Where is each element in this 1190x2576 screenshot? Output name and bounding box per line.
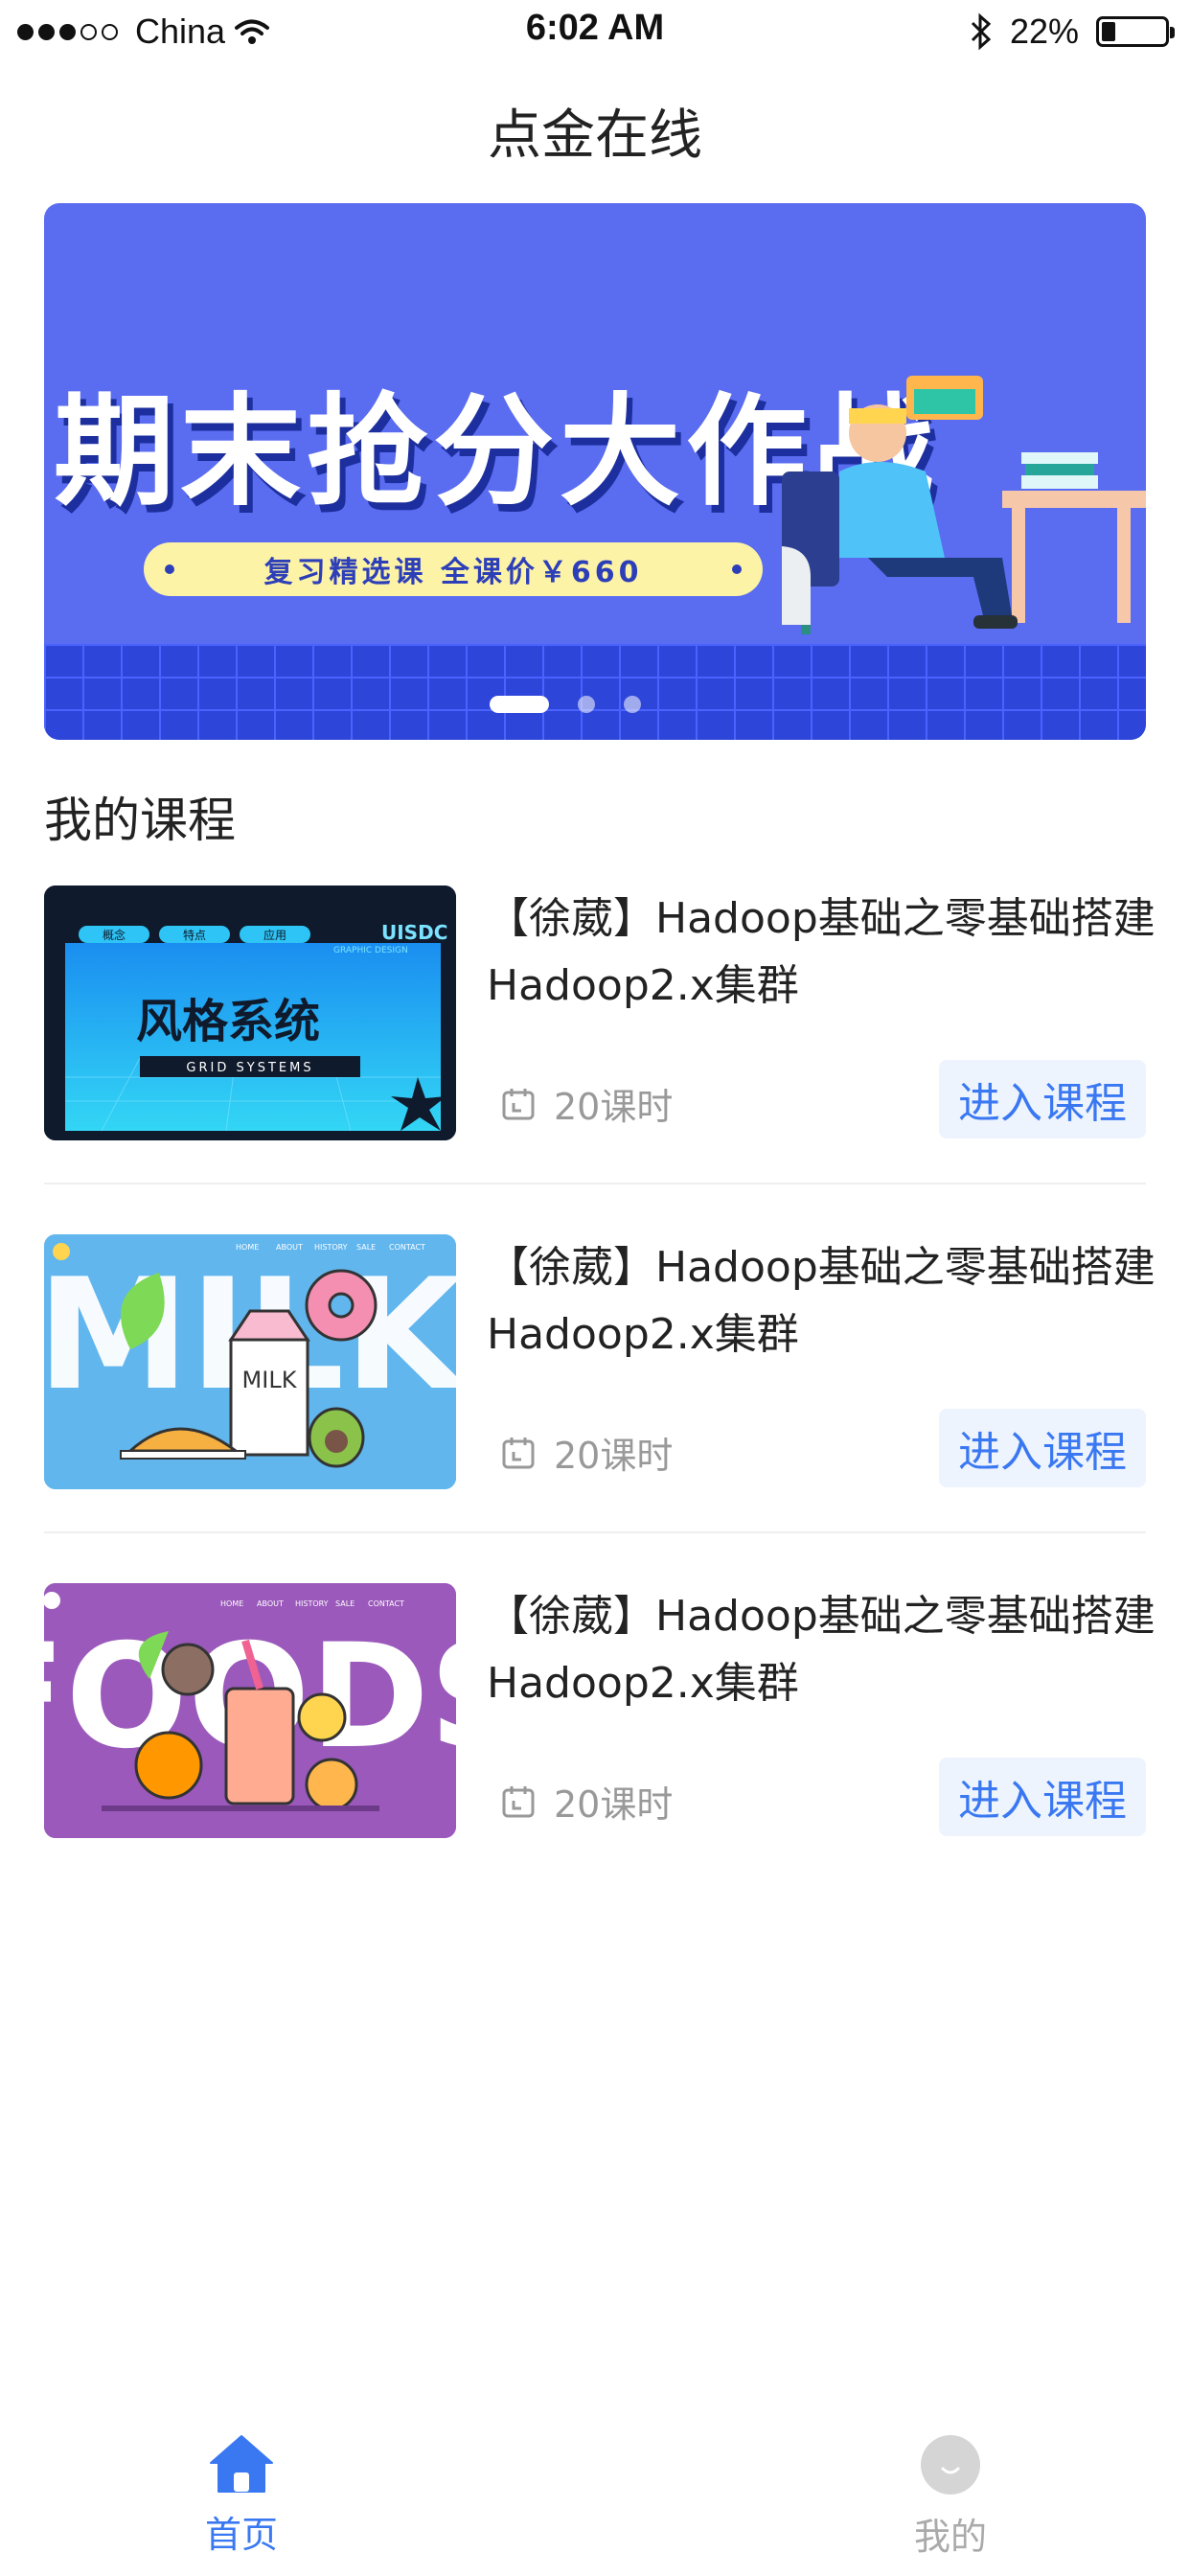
course-title[interactable]: 【徐葳】Hadoop基础之零基础搭建Hadoop2.x集群 — [487, 886, 1177, 1020]
thumb-caption: GRID SYSTEMS — [186, 1061, 313, 1075]
home-icon — [210, 2435, 273, 2493]
divider — [44, 1531, 1146, 1533]
tab-mine[interactable]: 我的 — [855, 2434, 1046, 2560]
thumb-label: MILK — [242, 1367, 298, 1393]
thumb-tag: 应用 — [263, 928, 286, 942]
tab-home-label: 首页 — [204, 2514, 278, 2556]
thumb-nav: CONTACT — [368, 1599, 404, 1608]
promo-banner[interactable]: 期末抢分大作战 复习精选课 全课价￥660 — [44, 203, 1146, 740]
thumb-brand: UISDC — [381, 921, 447, 944]
course-card[interactable]: MILK HOME ABOUT HISTORY SALE CONTACT MIL… — [44, 1234, 1156, 1493]
thumb-nav: ABOUT — [276, 1243, 303, 1252]
course-meta: 20课时 — [500, 1426, 673, 1479]
lesson-count: 20课时 — [554, 1783, 674, 1826]
bottom-tab-bar: 首页 我的 — [0, 2415, 1190, 2576]
thumb-nav: SALE — [335, 1599, 355, 1608]
status-right: 22% — [970, 10, 1175, 54]
thumb-brand-sub: GRAPHIC DESIGN — [333, 946, 408, 955]
milk-artwork: MILK HOME ABOUT HISTORY SALE CONTACT MIL… — [44, 1234, 456, 1489]
thumb-nav: CONTACT — [389, 1243, 425, 1252]
thumb-nav: HOME — [236, 1243, 259, 1252]
tab-home[interactable]: 首页 — [146, 2434, 337, 2558]
thumb-tag: 概念 — [103, 928, 126, 942]
course-meta: 20课时 — [500, 1077, 673, 1130]
profile-icon — [921, 2435, 980, 2495]
bluetooth-icon — [971, 12, 992, 51]
carousel-dot[interactable] — [624, 696, 641, 713]
thumb-nav: HOME — [220, 1599, 243, 1608]
course-thumbnail[interactable]: 概念 特点 应用 UISDC GRAPHIC DESIGN 风格系统 GRID … — [44, 886, 456, 1140]
thumb-tag: 特点 — [183, 928, 206, 942]
thumb-nav: HISTORY — [314, 1243, 348, 1252]
tab-mine-label: 我的 — [913, 2516, 987, 2558]
thumb-nav: HISTORY — [295, 1599, 329, 1608]
section-title-my-courses: 我的课程 — [44, 793, 236, 848]
page-title: 点金在线 — [488, 104, 702, 167]
enter-course-button[interactable]: 进入课程 — [939, 1409, 1146, 1487]
carousel-dot-active[interactable] — [490, 696, 549, 713]
battery-percent: 22% — [1009, 12, 1079, 51]
carousel-indicators — [44, 696, 1146, 713]
course-card[interactable]: 概念 特点 应用 UISDC GRAPHIC DESIGN 风格系统 GRID … — [44, 886, 1156, 1144]
grid-systems-artwork: 概念 特点 应用 UISDC GRAPHIC DESIGN 风格系统 GRID … — [44, 886, 456, 1140]
calendar-icon — [502, 1088, 535, 1119]
banner-grid-floor — [44, 644, 1146, 740]
lesson-count: 20课时 — [554, 1435, 674, 1477]
foods-artwork: FOODS HOME ABOUT HISTORY SALE CONTACT — [44, 1583, 456, 1838]
course-meta: 20课时 — [500, 1775, 673, 1828]
enter-course-button[interactable]: 进入课程 — [939, 1060, 1146, 1138]
battery-icon — [1096, 16, 1175, 47]
banner-subtitle: 复习精选课 全课价￥660 — [144, 542, 763, 596]
course-title[interactable]: 【徐葳】Hadoop基础之零基础搭建Hadoop2.x集群 — [487, 1583, 1177, 1717]
student-desk-illustration — [782, 376, 1146, 634]
carousel-dot[interactable] — [578, 696, 595, 713]
course-thumbnail[interactable]: MILK HOME ABOUT HISTORY SALE CONTACT MIL… — [44, 1234, 456, 1489]
calendar-icon — [502, 1437, 535, 1468]
course-card[interactable]: FOODS HOME ABOUT HISTORY SALE CONTACT 【徐… — [44, 1583, 1156, 1842]
enter-course-button[interactable]: 进入课程 — [939, 1758, 1146, 1836]
divider — [44, 1183, 1146, 1184]
course-title[interactable]: 【徐葳】Hadoop基础之零基础搭建Hadoop2.x集群 — [487, 1234, 1177, 1368]
course-thumbnail[interactable]: FOODS HOME ABOUT HISTORY SALE CONTACT — [44, 1583, 456, 1838]
status-bar: China 6:02 AM 22% — [0, 0, 1190, 63]
lesson-count: 20课时 — [554, 1086, 674, 1128]
thumb-headline: 风格系统 — [136, 995, 320, 1048]
calendar-icon — [502, 1785, 535, 1817]
thumb-nav: ABOUT — [257, 1599, 284, 1608]
thumb-nav: SALE — [356, 1243, 376, 1252]
